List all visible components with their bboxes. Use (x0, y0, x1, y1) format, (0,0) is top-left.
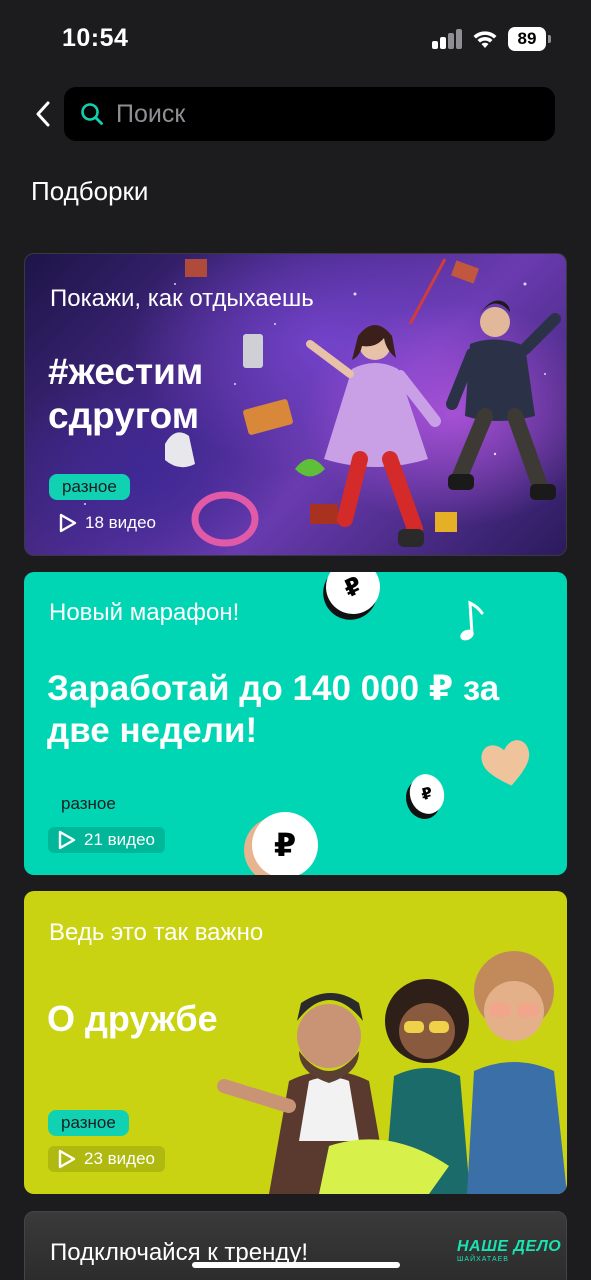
card-subtitle: Новый марафон! (49, 599, 240, 626)
back-button[interactable] (28, 98, 58, 130)
collection-card-marathon[interactable]: ₽ ₽ ₽ Новый марафон! Заработай до 140 00… (24, 572, 567, 875)
brand-logo-subtitle: ШАЙХАТАЕВ (457, 1256, 509, 1263)
video-count: 18 видео (49, 510, 166, 536)
collection-card-friendship[interactable]: Ведь это так важно О дружбе разное 23 ви… (24, 891, 567, 1194)
card-title: Заработай до 140 000 ₽ за две недели! (47, 669, 500, 750)
play-icon (58, 830, 76, 850)
play-icon (58, 1149, 76, 1169)
video-count: 21 видео (48, 827, 165, 853)
card-title: О дружбе (47, 998, 218, 1039)
collection-card-jestim[interactable]: Покажи, как отдыхаешь #жестим сдругом ра… (24, 253, 567, 556)
video-count-label: 21 видео (84, 830, 155, 849)
card-subtitle: Покажи, как отдыхаешь (50, 285, 314, 312)
play-icon (59, 513, 77, 533)
battery-level: 89 (508, 27, 546, 51)
status-time: 10:54 (62, 24, 129, 52)
friends-photo-illustration (217, 951, 567, 1194)
music-note-icon (460, 600, 484, 641)
collection-card-trend[interactable]: Подключайся к тренду! НАШЕ ДЕЛО ШАЙХАТАЕ… (24, 1211, 567, 1280)
search-input[interactable] (116, 87, 536, 141)
ruble-coin-icon: ₽ (405, 770, 449, 818)
signal-icon (432, 29, 464, 49)
home-indicator[interactable] (192, 1262, 400, 1268)
back-chevron-icon (36, 101, 50, 127)
ruble-coin-icon: ₽ (252, 812, 318, 875)
search-icon (81, 103, 103, 125)
ruble-coin-icon: ₽ (317, 572, 389, 623)
video-count-label: 23 видео (84, 1149, 155, 1168)
search-bar[interactable] (64, 87, 555, 141)
brand-logo: НАШЕ ДЕЛО (457, 1238, 562, 1255)
video-count-label: 18 видео (85, 513, 156, 532)
status-bar: 10:54 89 (0, 0, 591, 80)
category-tag: разное (49, 474, 130, 500)
section-title: Подборки (31, 176, 149, 206)
boy-figure-illustration (446, 300, 561, 500)
card-title: #жестим сдругом (48, 351, 204, 437)
wifi-icon (473, 31, 497, 48)
battery-icon: 89 (508, 27, 552, 51)
category-tag: разное (61, 794, 116, 813)
video-count: 23 видео (48, 1146, 165, 1172)
category-tag: разное (48, 1110, 129, 1136)
card-subtitle: Ведь это так важно (49, 919, 264, 946)
